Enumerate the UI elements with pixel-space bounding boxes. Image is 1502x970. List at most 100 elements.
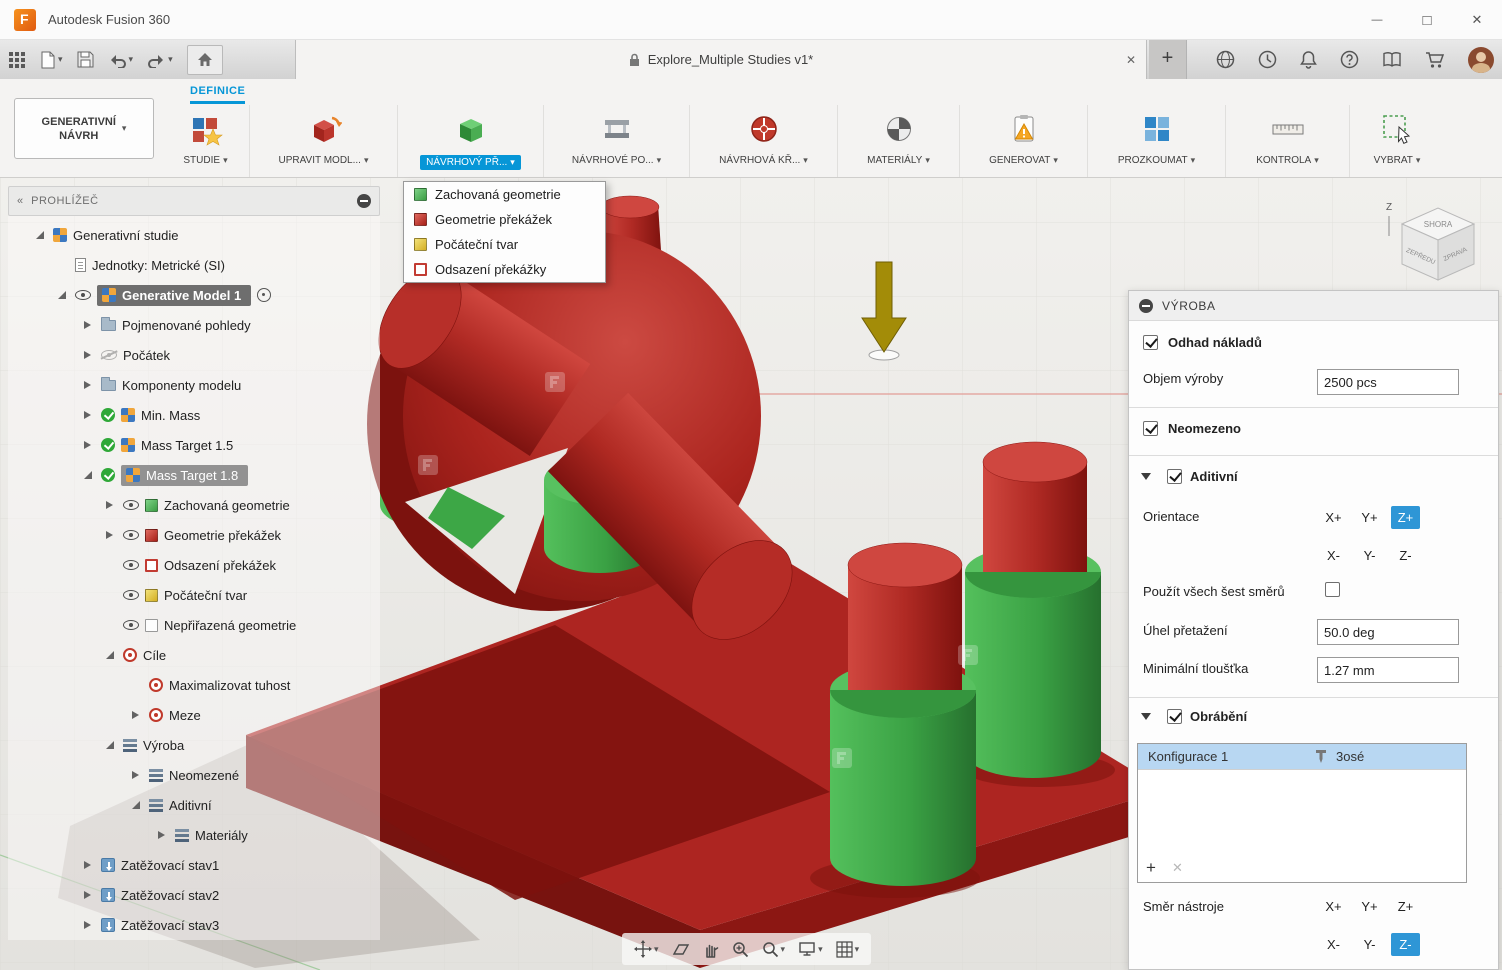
visibility-eye-icon[interactable] bbox=[123, 530, 139, 540]
section-collapse-icon[interactable] bbox=[1141, 473, 1151, 480]
visibility-eye-icon[interactable] bbox=[123, 560, 139, 570]
user-avatar[interactable] bbox=[1468, 46, 1494, 73]
tree-item-mass-target-18[interactable]: Mass Target 1.8 bbox=[8, 460, 380, 490]
tooldir-z-minus-button[interactable]: Z- bbox=[1391, 933, 1420, 956]
tree-item-zachovana-geometrie[interactable]: Zachovaná geometrie bbox=[8, 490, 380, 520]
expand-icon[interactable] bbox=[102, 648, 117, 662]
tree-item-neomezene[interactable]: Neomezené bbox=[8, 760, 380, 790]
dialog-handle-icon[interactable] bbox=[1139, 298, 1153, 313]
notifications-bell-icon[interactable] bbox=[1300, 50, 1317, 69]
display-settings-button[interactable] bbox=[798, 941, 823, 957]
tree-item-zatezovaci-stav1[interactable]: Zatěžovací stav1 bbox=[8, 850, 380, 880]
orient-z-plus-button[interactable]: Z+ bbox=[1391, 506, 1420, 529]
orient-x-plus-button[interactable]: X+ bbox=[1319, 506, 1348, 529]
expand-icon[interactable] bbox=[154, 828, 169, 842]
min-thickness-input[interactable] bbox=[1317, 657, 1459, 683]
ribbon-group-vybrat[interactable]: VYBRAT bbox=[1350, 105, 1444, 177]
ribbon-group-studie[interactable]: STUDIE bbox=[162, 105, 250, 177]
orient-x-minus-button[interactable]: X- bbox=[1319, 544, 1348, 567]
model-pillar-front[interactable] bbox=[830, 542, 976, 886]
tooldir-y-minus-button[interactable]: Y- bbox=[1355, 933, 1384, 956]
help-icon[interactable] bbox=[1340, 50, 1359, 69]
visibility-eye-off-icon[interactable] bbox=[101, 350, 117, 360]
vyroba-dialog-header[interactable]: VÝROBA bbox=[1129, 291, 1498, 321]
tree-item-zatezovaci-stav2[interactable]: Zatěžovací stav2 bbox=[8, 880, 380, 910]
tree-item-neprirazena-geometrie[interactable]: Nepřiřazená geometrie bbox=[8, 610, 380, 640]
group-label-selected[interactable]: NÁVRHOVÝ PŘ... bbox=[420, 155, 521, 170]
visibility-eye-icon[interactable] bbox=[123, 590, 139, 600]
orient-y-minus-button[interactable]: Y- bbox=[1355, 544, 1384, 567]
expand-icon[interactable] bbox=[80, 318, 95, 332]
tree-item-geometrie-prekazek[interactable]: Geometrie překážek bbox=[8, 520, 380, 550]
unrestricted-checkbox[interactable] bbox=[1143, 421, 1158, 436]
tab-close-icon[interactable] bbox=[1126, 40, 1136, 79]
orbit-button[interactable] bbox=[634, 940, 659, 958]
fit-button[interactable] bbox=[762, 941, 786, 958]
redo-button[interactable] bbox=[147, 52, 173, 68]
selected-study-highlight[interactable]: Mass Target 1.8 bbox=[121, 464, 249, 486]
zoom-button[interactable] bbox=[732, 941, 749, 958]
activate-component-radio[interactable] bbox=[257, 288, 272, 302]
tree-item-pocatek[interactable]: Počátek bbox=[8, 340, 380, 370]
ribbon-group-navrhove-podminky[interactable]: NÁVRHOVÉ PO... bbox=[544, 105, 690, 177]
tooldir-z-plus-button[interactable]: Z+ bbox=[1391, 895, 1420, 918]
expand-icon[interactable] bbox=[80, 408, 95, 422]
tree-item-mass-target-15[interactable]: Mass Target 1.5 bbox=[8, 430, 380, 460]
expand-icon[interactable] bbox=[32, 228, 47, 242]
expand-icon[interactable] bbox=[102, 738, 117, 752]
expand-icon[interactable] bbox=[80, 468, 95, 482]
grid-caret-icon[interactable] bbox=[855, 944, 860, 955]
overhang-angle-input[interactable] bbox=[1317, 619, 1459, 645]
tree-item-pojmenovane-pohledy[interactable]: Pojmenované pohledy bbox=[8, 310, 380, 340]
browser-header[interactable]: PROHLÍŽEČ bbox=[8, 186, 380, 216]
extensions-icon[interactable] bbox=[1216, 50, 1235, 69]
visibility-eye-icon[interactable] bbox=[75, 290, 91, 300]
tree-item-cile[interactable]: Cíle bbox=[8, 640, 380, 670]
ribbon-group-navrhovy-prostor[interactable]: NÁVRHOVÝ PŘ... bbox=[398, 105, 544, 177]
tooldir-x-plus-button[interactable]: X+ bbox=[1319, 895, 1348, 918]
cost-estimate-checkbox[interactable] bbox=[1143, 335, 1158, 350]
new-tab-button[interactable] bbox=[1149, 40, 1187, 79]
expand-icon[interactable] bbox=[80, 888, 95, 902]
maximize-button[interactable] bbox=[1402, 0, 1452, 40]
tree-item-zatezovaci-stav3[interactable]: Zatěžovací stav3 bbox=[8, 910, 380, 940]
tree-item-generative-model-1[interactable]: Generative Model 1 bbox=[8, 280, 380, 310]
expand-icon[interactable] bbox=[102, 528, 117, 542]
tree-item-aditivni[interactable]: Aditivní bbox=[8, 790, 380, 820]
machining-checkbox[interactable] bbox=[1167, 709, 1182, 724]
undo-button[interactable] bbox=[108, 52, 134, 68]
tooldir-x-minus-button[interactable]: X- bbox=[1319, 933, 1348, 956]
menu-item-pocatecni-tvar[interactable]: Počáteční tvar bbox=[404, 232, 605, 257]
redo-caret-icon[interactable] bbox=[168, 54, 173, 65]
fit-caret-icon[interactable] bbox=[781, 944, 786, 955]
tree-item-jednotky[interactable]: Jednotky: Metrické (SI) bbox=[8, 250, 380, 280]
expand-icon[interactable] bbox=[80, 348, 95, 362]
machining-config-row[interactable]: Konfigurace 1 3osé bbox=[1138, 744, 1466, 770]
look-at-button[interactable] bbox=[672, 941, 690, 957]
visibility-eye-icon[interactable] bbox=[123, 500, 139, 510]
tree-item-komponenty-modelu[interactable]: Komponenty modelu bbox=[8, 370, 380, 400]
additive-checkbox[interactable] bbox=[1167, 469, 1182, 484]
document-tab[interactable]: Explore_Multiple Studies v1* bbox=[295, 40, 1147, 79]
tree-item-materialy[interactable]: Materiály bbox=[8, 820, 380, 850]
expand-icon[interactable] bbox=[80, 858, 95, 872]
view-cube[interactable]: Z SHORA ZEPŘEDU ZPRAVA bbox=[1380, 192, 1492, 304]
tab-definice[interactable]: DEFINICE bbox=[190, 85, 246, 104]
expand-icon[interactable] bbox=[128, 798, 143, 812]
display-caret-icon[interactable] bbox=[818, 944, 823, 955]
collapse-panel-icon[interactable] bbox=[17, 195, 23, 207]
ribbon-group-materialy[interactable]: MATERIÁLY bbox=[838, 105, 960, 177]
job-status-icon[interactable] bbox=[1258, 50, 1277, 69]
tree-item-min-mass[interactable]: Min. Mass bbox=[8, 400, 380, 430]
tree-item-vyroba[interactable]: Výroba bbox=[8, 730, 380, 760]
tooldir-y-plus-button[interactable]: Y+ bbox=[1355, 895, 1384, 918]
visibility-eye-icon[interactable] bbox=[123, 620, 139, 630]
ribbon-group-prozkoumat[interactable]: PROZKOUMAT bbox=[1088, 105, 1226, 177]
expand-icon[interactable] bbox=[80, 438, 95, 452]
expand-icon[interactable] bbox=[128, 708, 143, 722]
orient-y-plus-button[interactable]: Y+ bbox=[1355, 506, 1384, 529]
section-collapse-icon[interactable] bbox=[1141, 713, 1151, 720]
undo-caret-icon[interactable] bbox=[129, 54, 134, 65]
close-button[interactable] bbox=[1452, 0, 1502, 40]
save-button[interactable] bbox=[77, 51, 94, 68]
